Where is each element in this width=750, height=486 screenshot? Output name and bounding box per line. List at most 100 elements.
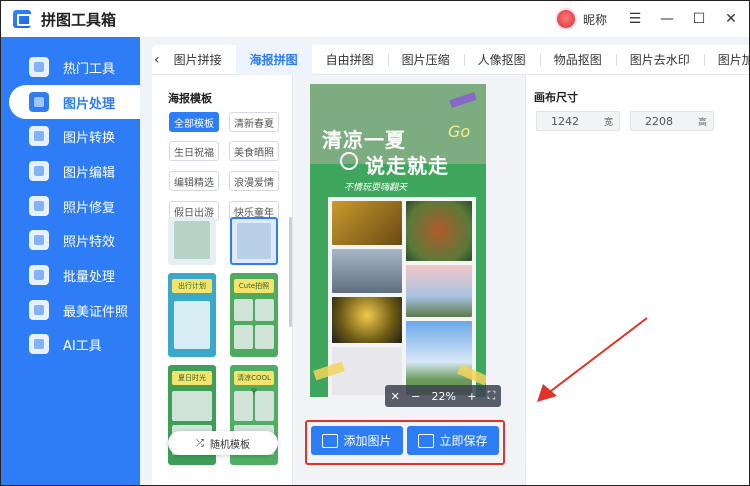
sidebar-item-ai-tools[interactable]: AI工具 — [1, 327, 140, 361]
tab-bar: ‹ 图片拼接 海报拼图 自由拼图 图片压缩 人像抠图 物品抠图 图片去水印 图片… — [152, 44, 749, 75]
image-process-icon — [29, 92, 49, 112]
tab-image-stitch[interactable]: 图片拼接 — [160, 45, 236, 75]
tab-portrait-cutout[interactable]: 人像抠图 — [463, 45, 540, 75]
canvas-height-field[interactable]: 2208 高 — [630, 111, 714, 131]
menu-icon[interactable]: ☰ — [621, 1, 649, 37]
save-now-label: 立即保存 — [439, 434, 488, 448]
category-fresh-spring[interactable]: 清新春夏 — [229, 112, 279, 132]
canvas-width-value: 1242 — [551, 114, 579, 128]
sidebar-item-label: 图片编辑 — [63, 165, 116, 181]
tab-object-cutout[interactable]: 物品抠图 — [539, 45, 616, 75]
id-photo-icon — [29, 300, 49, 320]
category-food[interactable]: 美食晒照 — [229, 141, 279, 161]
zoom-level: 22% — [431, 389, 456, 403]
shuffle-icon: ⤮ — [196, 437, 204, 449]
sidebar-item-hot-tools[interactable]: 热门工具 — [1, 50, 140, 84]
poster-preview[interactable]: 清凉一夏 Go 说走就走 不情玩耍嗨翻天 — [310, 84, 486, 397]
canvas-area: 清凉一夏 Go 说走就走 不情玩耍嗨翻天 添加图片 立即保存 — [293, 75, 525, 485]
zoom-toolbar: ✕ − 22% + ⛶ — [385, 385, 501, 407]
user-nickname[interactable]: 昵称 — [583, 11, 607, 28]
sidebar-item-image-edit[interactable]: 图片编辑 — [1, 154, 140, 188]
maximize-icon[interactable]: ☐ — [685, 1, 713, 37]
save-now-button[interactable]: 立即保存 — [407, 426, 499, 455]
sidebar-item-image-convert[interactable]: 图片转换 — [1, 119, 140, 153]
template-panel-title: 海报模板 — [168, 92, 212, 105]
annotation-arrow — [537, 317, 648, 402]
template-thumb[interactable]: Cute拍照 — [230, 273, 278, 357]
sidebar-item-label: 图片转换 — [63, 130, 116, 146]
template-list: 出行计划 Cute拍照 夏日时光 清凉COOL夏 — [168, 217, 285, 465]
panel-divider-right — [525, 75, 526, 485]
photo-effects-icon — [29, 230, 49, 250]
template-thumb[interactable]: 出行计划 — [168, 273, 216, 357]
poster-title-1: 清凉一夏 — [322, 128, 406, 152]
zoom-out-button[interactable]: − — [411, 390, 420, 403]
tab-free-collage[interactable]: 自由拼图 — [312, 45, 388, 75]
app-logo-icon — [13, 10, 31, 28]
ai-icon — [29, 334, 49, 354]
tab-image-compress[interactable]: 图片压缩 — [387, 45, 464, 75]
category-birthday[interactable]: 生日祝福 — [169, 141, 219, 161]
minimize-icon[interactable]: — — [653, 1, 681, 37]
category-editor-picks[interactable]: 编辑精选 — [169, 171, 219, 191]
random-template-label: 随机模板 — [210, 439, 250, 451]
poster-subtitle: 不情玩耍嗨翻天 — [344, 183, 408, 193]
sidebar-item-image-process[interactable]: 图片处理 — [9, 85, 140, 119]
canvas-height-unit: 高 — [697, 117, 707, 128]
template-thumb-label: 清凉COOL夏 — [234, 371, 274, 396]
poster-photo[interactable] — [332, 297, 402, 343]
random-template-button[interactable]: ⤮ 随机模板 — [168, 431, 278, 455]
app-title: 拼图工具箱 — [41, 10, 117, 29]
main-panel: ‹ 图片拼接 海报拼图 自由拼图 图片压缩 人像抠图 物品抠图 图片去水印 图片… — [152, 44, 749, 485]
sidebar-item-photo-repair[interactable]: 照片修复 — [1, 189, 140, 223]
image-convert-icon — [29, 126, 49, 146]
add-image-button[interactable]: 添加图片 — [311, 426, 403, 455]
template-thumb-selected[interactable] — [230, 217, 278, 265]
image-edit-icon — [29, 161, 49, 181]
poster-photo[interactable] — [332, 249, 402, 293]
poster-photo[interactable] — [406, 321, 472, 395]
template-thumb-label: 夏日时光 — [172, 371, 212, 385]
sidebar-item-id-photo[interactable]: 最美证件照 — [1, 293, 140, 327]
poster-photo[interactable] — [406, 201, 472, 261]
sidebar-item-label: 最美证件照 — [63, 304, 129, 320]
sidebar-item-photo-effects[interactable]: 照片特效 — [1, 223, 140, 257]
canvas-size-label: 画布尺寸 — [534, 91, 578, 104]
tab-poster-collage[interactable]: 海报拼图 — [235, 44, 312, 75]
sidebar-item-batch[interactable]: 批量处理 — [1, 258, 140, 292]
template-thumb-label: 出行计划 — [172, 279, 212, 293]
category-romance[interactable]: 浪漫爱情 — [229, 171, 279, 191]
canvas-height-value: 2208 — [645, 114, 673, 128]
zoom-in-button[interactable]: + — [467, 390, 476, 403]
poster-go-text: Go — [448, 122, 471, 141]
template-thumb-label: Cute拍照 — [234, 279, 274, 293]
tab-remove-watermark[interactable]: 图片去水印 — [615, 45, 704, 75]
fit-screen-icon[interactable]: ⛶ — [488, 389, 496, 403]
sidebar: 热门工具 图片处理 图片转换 图片编辑 照片修复 照片特效 批量处理 最美证件照… — [1, 37, 140, 485]
poster-photo[interactable] — [406, 265, 472, 317]
sidebar-item-label: 热门工具 — [63, 61, 116, 77]
sidebar-item-label: 批量处理 — [63, 269, 116, 285]
smile-icon — [340, 152, 358, 170]
user-avatar[interactable] — [554, 8, 577, 30]
sidebar-item-label: 照片修复 — [63, 200, 116, 216]
poster-title-2: 说走就走 — [365, 154, 449, 178]
close-icon[interactable]: ✕ — [717, 1, 745, 37]
poster-photo[interactable] — [332, 201, 402, 245]
tools-icon — [29, 57, 49, 77]
template-thumb[interactable] — [168, 217, 216, 265]
batch-icon — [29, 265, 49, 285]
title-bar: 拼图工具箱 昵称 ☰ — ☐ ✕ — [1, 1, 749, 37]
save-icon — [418, 433, 435, 448]
add-image-label: 添加图片 — [343, 434, 392, 448]
category-all[interactable]: 全部模板 — [169, 112, 219, 132]
close-icon[interactable]: ✕ — [391, 390, 400, 403]
app-window: 拼图工具箱 昵称 ☰ — ☐ ✕ 热门工具 图片处理 图片转换 图片编辑 照片修… — [0, 0, 750, 486]
sidebar-item-label: 图片处理 — [63, 96, 116, 112]
photo-repair-icon — [29, 196, 49, 216]
canvas-width-field[interactable]: 1242 宽 — [536, 111, 620, 131]
add-image-icon — [322, 433, 339, 448]
tab-add-watermark[interactable]: 图片加水 — [703, 45, 749, 75]
canvas-width-unit: 宽 — [603, 117, 613, 128]
sidebar-item-label: 照片特效 — [63, 234, 116, 250]
